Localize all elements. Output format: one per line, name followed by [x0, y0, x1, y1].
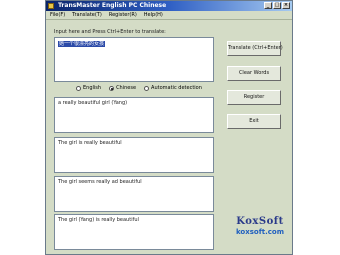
menu-help[interactable]: Help(H) [144, 11, 163, 19]
translation-output-3[interactable]: The girl seems really ad beautiful [54, 176, 214, 212]
radio-english-label: English [83, 85, 102, 91]
translation-output-1[interactable]: a really beautiful girl (Yang) [54, 97, 214, 133]
radio-chinese-label: Chinese [116, 85, 137, 91]
clear-words-button[interactable]: Clear Words [227, 66, 281, 81]
menu-register[interactable]: Register(R) [109, 11, 137, 19]
radio-chinese-dot [109, 85, 115, 91]
app-window: TransMaster English PC Chinese _ □ × Fil… [45, 0, 293, 255]
radio-chinese[interactable]: Chinese [109, 85, 136, 91]
source-text-input[interactable]: 她一个很漂亮的女孩 [54, 37, 214, 82]
radio-english[interactable]: English [76, 85, 101, 91]
close-button[interactable]: × [282, 2, 290, 9]
source-text: 她一个很漂亮的女孩 [58, 41, 106, 47]
menu-translate[interactable]: Translate(T) [72, 11, 102, 19]
logo-brand: KoxSoft [236, 216, 284, 227]
menu-bar: File(F) Translate(T) Register(R) Help(H) [46, 11, 292, 20]
window-title: TransMaster English PC Chinese [58, 2, 167, 9]
title-bar: TransMaster English PC Chinese _ □ × [46, 1, 292, 11]
input-label: Input here and Press Ctrl+Enter to trans… [54, 29, 166, 35]
radio-auto-detect[interactable]: Automatic detection [144, 85, 202, 91]
register-button[interactable]: Register [227, 90, 281, 105]
koxsoft-logo: KoxSoft koxsoft.com [232, 216, 288, 236]
menu-file[interactable]: File(F) [50, 11, 65, 19]
translate-button[interactable]: Translate (Ctrl+Enter) [227, 41, 283, 56]
translation-output-4[interactable]: The girl (Yang) is really beautiful [54, 214, 214, 250]
radio-auto-detect-label: Automatic detection [151, 85, 202, 91]
radio-english-dot [76, 85, 81, 91]
translation-output-2[interactable]: The girl is really beautiful [54, 137, 214, 173]
language-radio-group: English Chinese Automatic detection [76, 85, 202, 91]
exit-button[interactable]: Exit [227, 114, 281, 129]
radio-auto-detect-dot [144, 85, 150, 91]
logo-domain: koxsoft.com [235, 228, 285, 236]
maximize-button[interactable]: □ [273, 2, 281, 9]
minimize-button[interactable]: _ [264, 2, 272, 9]
app-icon [48, 3, 54, 9]
